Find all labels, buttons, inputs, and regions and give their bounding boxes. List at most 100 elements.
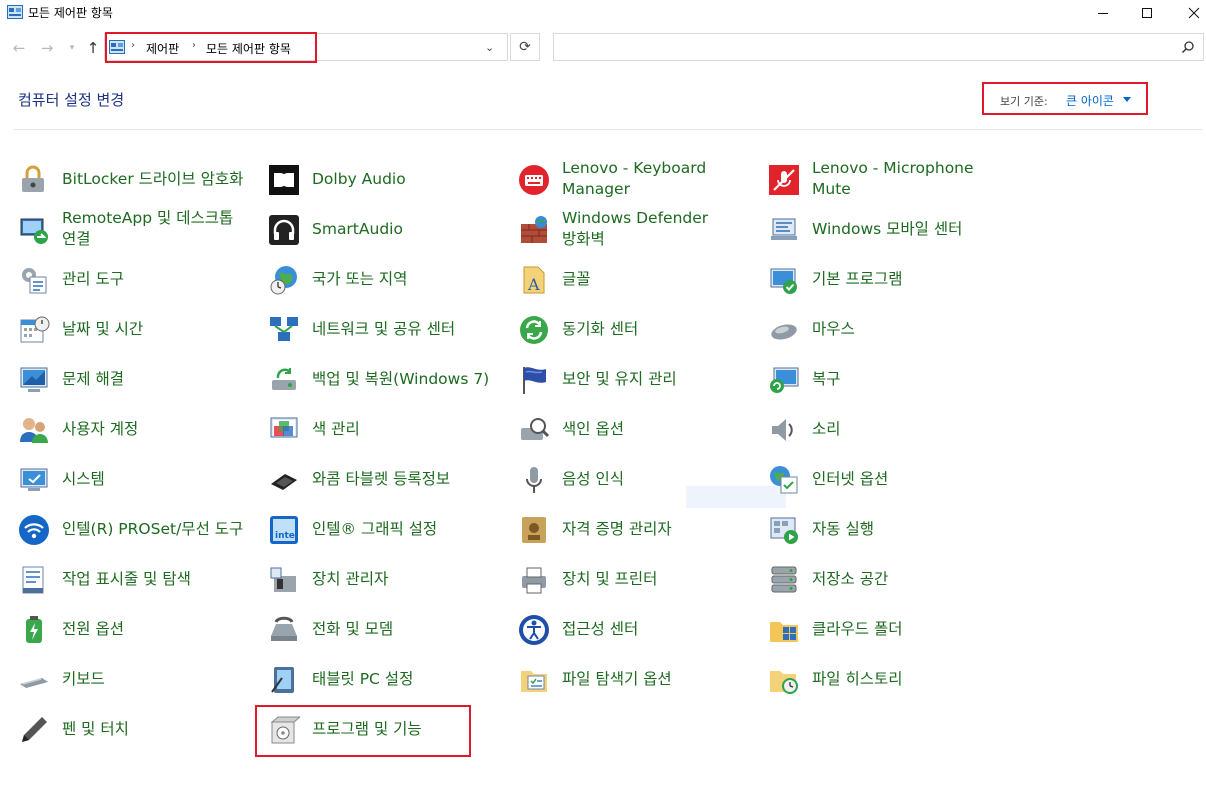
cp-item-bitlocker[interactable]: BitLocker 드라이브 암호화 [18, 156, 258, 206]
cp-item-file-history[interactable]: 파일 히스토리 [768, 656, 1008, 706]
back-button[interactable]: ← [10, 38, 28, 58]
cp-item-label[interactable]: 전화 및 모뎀 [312, 619, 507, 640]
cp-item-phone-modem[interactable]: 전화 및 모뎀 [268, 606, 508, 656]
cp-item-label[interactable]: 와콤 타블렛 등록정보 [312, 469, 507, 490]
cp-item-label[interactable]: 접근성 센터 [562, 619, 747, 640]
cp-item-label[interactable]: 색 관리 [312, 419, 507, 440]
cp-item-label[interactable]: 인터넷 옵션 [812, 469, 997, 490]
cp-item-indexing[interactable]: 색인 옵션 [518, 406, 758, 456]
cp-item-network[interactable]: 네트워크 및 공유 센터 [268, 306, 508, 356]
recent-locations-button[interactable]: ▾ [63, 38, 81, 58]
cp-item-label[interactable]: 인텔(R) PROSet/무선 도구 [62, 519, 247, 540]
cp-item-wacom[interactable]: 와콤 타블렛 등록정보 [268, 456, 508, 506]
cp-item-backup[interactable]: 백업 및 복원(Windows 7) [268, 356, 508, 406]
cp-item-mouse[interactable]: 마우스 [768, 306, 1008, 356]
cp-item-label[interactable]: 펜 및 터치 [62, 719, 247, 740]
cp-item-label[interactable]: BitLocker 드라이브 암호화 [62, 169, 247, 190]
cp-item-label[interactable]: 음성 인식 [562, 469, 747, 490]
cp-item-recovery[interactable]: 복구 [768, 356, 1008, 406]
cp-item-microphone-mute[interactable]: Lenovo - Microphone Mute [768, 156, 1008, 206]
cp-item-label[interactable]: 네트워크 및 공유 센터 [312, 319, 507, 340]
cp-item-label[interactable]: 키보드 [62, 669, 247, 690]
cp-item-label[interactable]: 자격 증명 관리자 [562, 519, 747, 540]
cp-item-troubleshoot[interactable]: 문제 해결 [18, 356, 258, 406]
cp-item-label[interactable]: 파일 히스토리 [812, 669, 997, 690]
cp-item-label[interactable]: 국가 또는 지역 [312, 269, 507, 290]
cp-item-wireless[interactable]: 인텔(R) PROSet/무선 도구 [18, 506, 258, 556]
cp-item-sync[interactable]: 동기화 센터 [518, 306, 758, 356]
cp-item-label[interactable]: 자동 실행 [812, 519, 997, 540]
cp-item-power[interactable]: 전원 옵션 [18, 606, 258, 656]
close-button[interactable] [1171, 0, 1206, 26]
address-dropdown-icon[interactable]: ⌄ [485, 41, 494, 54]
cp-item-label[interactable]: 시스템 [62, 469, 247, 490]
cp-item-mobility-center[interactable]: Windows 모바일 센터 [768, 206, 1008, 256]
cp-item-label[interactable]: SmartAudio [312, 219, 507, 240]
cp-item-printer[interactable]: 장치 및 프린터 [518, 556, 758, 606]
cp-item-label[interactable]: 장치 및 프린터 [562, 569, 747, 590]
cp-item-system[interactable]: 시스템 [18, 456, 258, 506]
cp-item-label[interactable]: 동기화 센터 [562, 319, 747, 340]
cp-item-credential[interactable]: 자격 증명 관리자 [518, 506, 758, 556]
cp-item-ease-of-access[interactable]: 접근성 센터 [518, 606, 758, 656]
cp-item-label[interactable]: 사용자 계정 [62, 419, 247, 440]
cp-item-user-accounts[interactable]: 사용자 계정 [18, 406, 258, 456]
cp-item-label[interactable]: 저장소 공간 [812, 569, 997, 590]
cp-item-admin-tools[interactable]: 관리 도구 [18, 256, 258, 306]
cp-item-taskbar[interactable]: 작업 표시줄 및 탐색 [18, 556, 258, 606]
cp-item-label[interactable]: Windows Defender 방화벽 [562, 208, 747, 250]
search-input[interactable] [553, 33, 1204, 61]
cp-item-fonts[interactable]: A 글꼴 [518, 256, 758, 306]
refresh-button[interactable]: ⟳ [510, 33, 540, 61]
cp-item-label[interactable]: 문제 해결 [62, 369, 247, 390]
cp-item-label[interactable]: 글꼴 [562, 269, 747, 290]
cp-item-label[interactable]: 마우스 [812, 319, 997, 340]
cp-item-label[interactable]: 파일 탐색기 옵션 [562, 669, 747, 690]
cp-item-label[interactable]: 백업 및 복원(Windows 7) [312, 369, 507, 390]
maximize-button[interactable] [1124, 0, 1170, 26]
cp-item-label[interactable]: 장치 관리자 [312, 569, 507, 590]
cp-item-cloud-folder[interactable]: 클라우드 폴더 [768, 606, 1008, 656]
cp-item-device-manager[interactable]: 장치 관리자 [268, 556, 508, 606]
cp-item-label[interactable]: 소리 [812, 419, 997, 440]
cp-item-folder-options[interactable]: 파일 탐색기 옵션 [518, 656, 758, 706]
cp-item-label[interactable]: 클라우드 폴더 [812, 619, 997, 640]
cp-item-sound[interactable]: 소리 [768, 406, 1008, 456]
cp-item-label[interactable]: Windows 모바일 센터 [812, 219, 997, 240]
cp-item-speech[interactable]: 음성 인식 [518, 456, 758, 506]
cp-item-autoplay[interactable]: 자동 실행 [768, 506, 1008, 556]
cp-item-label[interactable]: 관리 도구 [62, 269, 247, 290]
cp-item-label[interactable]: 작업 표시줄 및 탐색 [62, 569, 247, 590]
cp-item-keyboard-manager[interactable]: Lenovo - Keyboard Manager [518, 156, 758, 206]
cp-item-headphones[interactable]: SmartAudio [268, 206, 508, 256]
minimize-button[interactable] [1080, 0, 1126, 26]
cp-item-dolby[interactable]: Dolby Audio [268, 156, 508, 206]
cp-item-label[interactable]: Lenovo - Microphone Mute [812, 158, 997, 200]
cp-item-internet-options[interactable]: 인터넷 옵션 [768, 456, 1008, 506]
cp-item-pen[interactable]: 펜 및 터치 [18, 706, 258, 756]
forward-button[interactable]: → [38, 38, 56, 58]
cp-item-label[interactable]: RemoteApp 및 데스크톱 연결 [62, 208, 247, 250]
cp-item-label[interactable]: Lenovo - Keyboard Manager [562, 158, 747, 200]
cp-item-label[interactable]: 기본 프로그램 [812, 269, 997, 290]
cp-item-firewall[interactable]: Windows Defender 방화벽 [518, 206, 758, 256]
cp-item-keyboard[interactable]: 키보드 [18, 656, 258, 706]
cp-item-label[interactable]: 태블릿 PC 설정 [312, 669, 507, 690]
cp-item-region[interactable]: 국가 또는 지역 [268, 256, 508, 306]
up-button[interactable]: ↑ [84, 38, 102, 58]
cp-item-date-time[interactable]: 날짜 및 시간 [18, 306, 258, 356]
cp-item-color-management[interactable]: 색 관리 [268, 406, 508, 456]
cp-item-label[interactable]: 색인 옵션 [562, 419, 747, 440]
cp-item-label[interactable]: Dolby Audio [312, 169, 507, 190]
cp-item-storage-spaces[interactable]: 저장소 공간 [768, 556, 1008, 606]
cp-item-label[interactable]: 전원 옵션 [62, 619, 247, 640]
cp-item-label[interactable]: 날짜 및 시간 [62, 319, 247, 340]
cp-item-label[interactable]: 보안 및 유지 관리 [562, 369, 747, 390]
cp-item-intel-graphics[interactable]: intel 인텔® 그래픽 설정 [268, 506, 508, 556]
cp-item-tablet[interactable]: 태블릿 PC 설정 [268, 656, 508, 706]
cp-item-remoteapp[interactable]: RemoteApp 및 데스크톱 연결 [18, 206, 258, 256]
cp-item-label[interactable]: 인텔® 그래픽 설정 [312, 519, 507, 540]
cp-item-security-flag[interactable]: 보안 및 유지 관리 [518, 356, 758, 406]
cp-item-label[interactable]: 복구 [812, 369, 997, 390]
cp-item-default-programs[interactable]: 기본 프로그램 [768, 256, 1008, 306]
